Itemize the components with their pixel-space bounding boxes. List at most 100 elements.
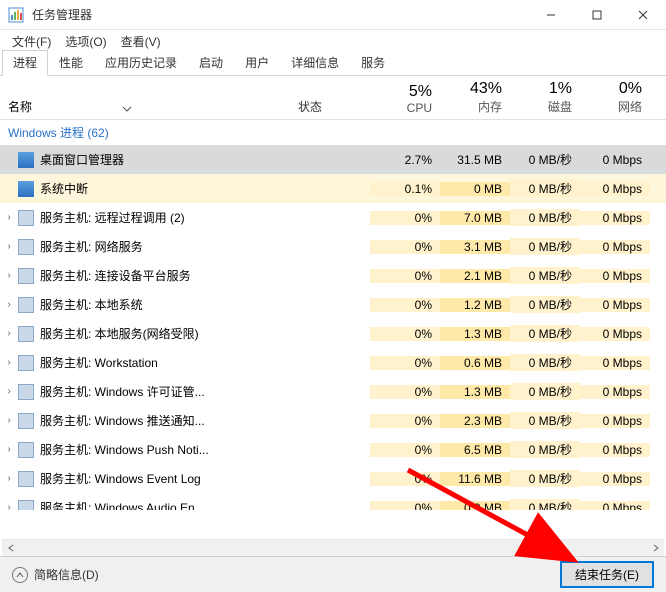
column-network[interactable]: 0% 网络 xyxy=(580,76,650,119)
process-row[interactable]: ›服务主机: 本地服务(网络受限)0%1.3 MB0 MB/秒0 Mbps xyxy=(0,319,666,348)
process-disk: 0 MB/秒 xyxy=(510,238,580,255)
expand-toggle[interactable]: › xyxy=(0,270,18,281)
process-memory: 7.0 MB xyxy=(440,211,510,225)
process-list[interactable]: Windows 进程 (62) 桌面窗口管理器2.7%31.5 MB0 MB/秒… xyxy=(0,120,666,510)
expand-toggle[interactable]: › xyxy=(0,415,18,426)
tab-users[interactable]: 用户 xyxy=(234,50,280,75)
process-memory: 2.3 MB xyxy=(440,414,510,428)
process-memory: 0.6 MB xyxy=(440,356,510,370)
process-icon xyxy=(18,181,34,197)
process-disk: 0 MB/秒 xyxy=(510,151,580,168)
process-network: 0 Mbps xyxy=(580,472,650,486)
process-disk: 0 MB/秒 xyxy=(510,209,580,226)
process-row[interactable]: ›服务主机: Windows 许可证管...0%1.3 MB0 MB/秒0 Mb… xyxy=(0,377,666,406)
process-name: 桌面窗口管理器 xyxy=(40,151,290,168)
gear-icon xyxy=(18,384,34,400)
column-cpu[interactable]: 5% CPU xyxy=(370,79,440,119)
scroll-right-icon[interactable] xyxy=(647,540,664,557)
gear-icon xyxy=(18,442,34,458)
scroll-left-icon[interactable] xyxy=(2,540,19,557)
scroll-track[interactable] xyxy=(19,540,647,557)
group-title: Windows 进程 (62) xyxy=(0,120,666,145)
process-memory: 31.5 MB xyxy=(440,153,510,167)
process-row[interactable]: 桌面窗口管理器2.7%31.5 MB0 MB/秒0 Mbps xyxy=(0,145,666,174)
process-cpu: 0% xyxy=(370,501,440,511)
expand-toggle[interactable]: › xyxy=(0,328,18,339)
expand-toggle[interactable]: › xyxy=(0,473,18,484)
process-icon xyxy=(18,152,34,168)
process-row[interactable]: ›服务主机: Windows Event Log0%11.6 MB0 MB/秒0… xyxy=(0,464,666,493)
network-label: 网络 xyxy=(588,98,642,115)
process-cpu: 0% xyxy=(370,472,440,486)
process-network: 0 Mbps xyxy=(580,153,650,167)
process-network: 0 Mbps xyxy=(580,443,650,457)
process-row[interactable]: ›服务主机: 连接设备平台服务0%2.1 MB0 MB/秒0 Mbps xyxy=(0,261,666,290)
tab-details[interactable]: 详细信息 xyxy=(280,50,350,75)
tab-startup[interactable]: 启动 xyxy=(188,50,234,75)
process-row[interactable]: ›服务主机: Windows 推送通知...0%2.3 MB0 MB/秒0 Mb… xyxy=(0,406,666,435)
process-row[interactable]: 系统中断0.1%0 MB0 MB/秒0 Mbps xyxy=(0,174,666,203)
process-memory: 2.1 MB xyxy=(440,269,510,283)
process-row[interactable]: ›服务主机: Windows Push Noti...0%6.5 MB0 MB/… xyxy=(0,435,666,464)
process-memory: 6.5 MB xyxy=(440,443,510,457)
gear-icon xyxy=(18,413,34,429)
maximize-icon xyxy=(592,10,602,20)
process-disk: 0 MB/秒 xyxy=(510,354,580,371)
sort-indicator-icon xyxy=(122,101,132,115)
process-row[interactable]: ›服务主机: 本地系统0%1.2 MB0 MB/秒0 Mbps xyxy=(0,290,666,319)
tab-performance[interactable]: 性能 xyxy=(48,50,94,75)
app-icon xyxy=(8,7,24,23)
column-status[interactable]: 状态 xyxy=(290,94,370,119)
cpu-label: CPU xyxy=(378,101,432,115)
end-task-button[interactable]: 结束任务(E) xyxy=(560,561,654,588)
fewer-details-button[interactable]: 简略信息(D) xyxy=(12,566,99,583)
gear-icon xyxy=(18,268,34,284)
process-disk: 0 MB/秒 xyxy=(510,325,580,342)
process-name: 服务主机: 本地系统 xyxy=(40,296,290,313)
menu-view[interactable]: 查看(V) xyxy=(115,31,167,52)
menu-options[interactable]: 选项(O) xyxy=(59,31,112,52)
process-cpu: 0% xyxy=(370,327,440,341)
horizontal-scrollbar[interactable] xyxy=(2,539,664,556)
process-row[interactable]: ›服务主机: Workstation0%0.6 MB0 MB/秒0 Mbps xyxy=(0,348,666,377)
close-button[interactable] xyxy=(620,0,666,30)
process-network: 0 Mbps xyxy=(580,414,650,428)
menu-file[interactable]: 文件(F) xyxy=(6,31,57,52)
gear-icon xyxy=(18,471,34,487)
process-memory: 0 MB xyxy=(440,182,510,196)
column-memory[interactable]: 43% 内存 xyxy=(440,76,510,119)
fewer-details-label: 简略信息(D) xyxy=(34,566,99,583)
process-cpu: 0% xyxy=(370,443,440,457)
process-name: 服务主机: Windows Push Noti... xyxy=(40,441,290,458)
process-row[interactable]: ›服务主机: 网络服务0%3.1 MB0 MB/秒0 Mbps xyxy=(0,232,666,261)
minimize-icon xyxy=(546,10,556,20)
process-row[interactable]: ›服务主机: Windows Audio En...0%0.9 MB0 MB/秒… xyxy=(0,493,666,510)
tab-app-history[interactable]: 应用历史记录 xyxy=(94,50,188,75)
expand-toggle[interactable]: › xyxy=(0,212,18,223)
process-network: 0 Mbps xyxy=(580,182,650,196)
gear-icon xyxy=(18,355,34,371)
column-name-label: 名称 xyxy=(8,98,32,115)
chevron-up-icon xyxy=(12,567,28,583)
expand-toggle[interactable]: › xyxy=(0,444,18,455)
expand-toggle[interactable]: › xyxy=(0,241,18,252)
process-disk: 0 MB/秒 xyxy=(510,180,580,197)
process-name: 服务主机: 连接设备平台服务 xyxy=(40,267,290,284)
gear-icon xyxy=(18,210,34,226)
expand-toggle[interactable]: › xyxy=(0,299,18,310)
process-row[interactable]: ›服务主机: 远程过程调用 (2)0%7.0 MB0 MB/秒0 Mbps xyxy=(0,203,666,232)
process-disk: 0 MB/秒 xyxy=(510,470,580,487)
cpu-total: 5% xyxy=(378,83,432,101)
column-name[interactable]: 名称 xyxy=(0,94,290,119)
column-disk[interactable]: 1% 磁盘 xyxy=(510,76,580,119)
expand-toggle[interactable]: › xyxy=(0,502,18,510)
tab-services[interactable]: 服务 xyxy=(350,50,396,75)
process-network: 0 Mbps xyxy=(580,327,650,341)
maximize-button[interactable] xyxy=(574,0,620,30)
process-cpu: 0% xyxy=(370,356,440,370)
minimize-button[interactable] xyxy=(528,0,574,30)
expand-toggle[interactable]: › xyxy=(0,386,18,397)
expand-toggle[interactable]: › xyxy=(0,357,18,368)
tab-processes[interactable]: 进程 xyxy=(2,50,48,76)
process-memory: 1.2 MB xyxy=(440,298,510,312)
